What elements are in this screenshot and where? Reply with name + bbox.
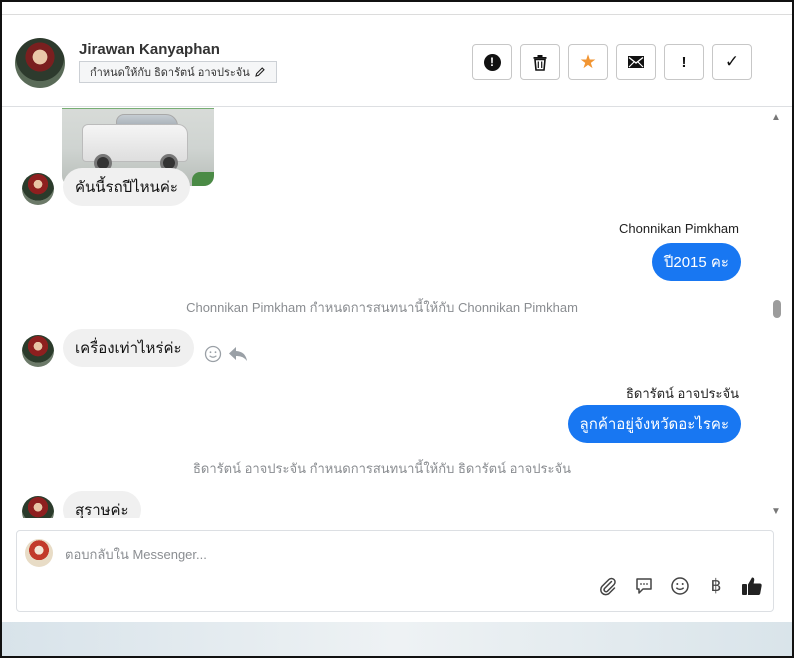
- message-sender: Chonnikan Pimkham: [619, 221, 739, 236]
- payment-button[interactable]: ฿: [705, 575, 727, 597]
- window-footer: [2, 622, 792, 656]
- reply-composer: ฿: [16, 530, 774, 612]
- done-button[interactable]: ✓: [712, 44, 752, 80]
- spam-button[interactable]: !: [472, 44, 512, 80]
- envelope-icon: [628, 56, 644, 68]
- paperclip-icon: [600, 577, 616, 596]
- scroll-down-arrow[interactable]: ▼: [771, 506, 781, 517]
- exclamation-icon: !: [681, 53, 687, 71]
- thumbs-up-icon: [742, 577, 762, 595]
- assignment-note: ธิดารัตน์ อาจประจัน กำหนดการสนทนานี้ให้ก…: [192, 461, 572, 476]
- contact-avatar-small[interactable]: [22, 173, 54, 205]
- emoji-icon: [671, 577, 689, 595]
- outgoing-message[interactable]: ปี2015 คะ: [651, 243, 741, 281]
- pencil-icon: [254, 67, 265, 77]
- image-corner-badge: [192, 172, 214, 186]
- inbox-window: Jirawan Kanyaphan กำหนดให้กับ ธิดารัตน์ …: [0, 0, 794, 658]
- follow-up-button[interactable]: !: [664, 44, 704, 80]
- saved-reply-button[interactable]: [633, 575, 655, 597]
- incoming-message[interactable]: คันนี้รถปีไหนค่ะ: [63, 168, 190, 206]
- emoji-button[interactable]: [669, 575, 691, 597]
- star-button[interactable]: ★: [568, 44, 608, 80]
- scroll-up-arrow[interactable]: ▲: [771, 112, 781, 123]
- contact-avatar[interactable]: [15, 38, 65, 88]
- delete-button[interactable]: [520, 44, 560, 80]
- incoming-message[interactable]: สุราษค่ะ: [63, 491, 141, 518]
- contact-avatar-small[interactable]: [22, 335, 54, 367]
- composer-toolbar: ฿: [597, 575, 763, 597]
- assign-label: กำหนดให้กับ ธิดารัตน์ อาจประจัน: [90, 67, 250, 79]
- baht-icon: ฿: [710, 576, 722, 595]
- saved-reply-icon: [636, 578, 652, 594]
- trash-icon: [533, 54, 547, 71]
- scrollbar-thumb[interactable]: [773, 300, 781, 318]
- mark-unread-button[interactable]: [616, 44, 656, 80]
- incoming-message[interactable]: เครื่องเท่าไหร่ค่ะ: [63, 329, 194, 367]
- action-toolbar: ! ★ ! ✓: [472, 44, 752, 80]
- message-sender: ธิดารัตน์ อาจประจัน: [625, 386, 739, 401]
- assign-button[interactable]: กำหนดให้กับ ธิดารัตน์ อาจประจัน: [79, 61, 277, 83]
- assignment-note: Chonnikan Pimkham กำหนดการสนทนานี้ให้กับ…: [186, 300, 578, 315]
- react-emoji-icon[interactable]: [204, 345, 222, 363]
- like-button[interactable]: [741, 575, 763, 597]
- conversation-header: Jirawan Kanyaphan กำหนดให้กับ ธิดารัตน์ …: [2, 15, 792, 107]
- page-avatar: [25, 539, 53, 567]
- outgoing-message[interactable]: ลูกค้าอยู่จังหวัดอะไรคะ: [567, 405, 741, 443]
- check-icon: ✓: [724, 52, 740, 71]
- contact-name[interactable]: Jirawan Kanyaphan: [79, 41, 220, 58]
- reply-input[interactable]: [65, 543, 745, 565]
- attach-button[interactable]: [597, 575, 619, 597]
- alert-circle-icon: !: [483, 53, 501, 71]
- star-icon: ★: [579, 51, 597, 73]
- contact-avatar-small[interactable]: [22, 496, 54, 518]
- reply-icon[interactable]: [228, 345, 248, 363]
- message-thread[interactable]: คันนี้รถปีไหนค่ะ Chonnikan Pimkham ปี201…: [2, 108, 792, 518]
- image-banner-strip: [62, 108, 214, 109]
